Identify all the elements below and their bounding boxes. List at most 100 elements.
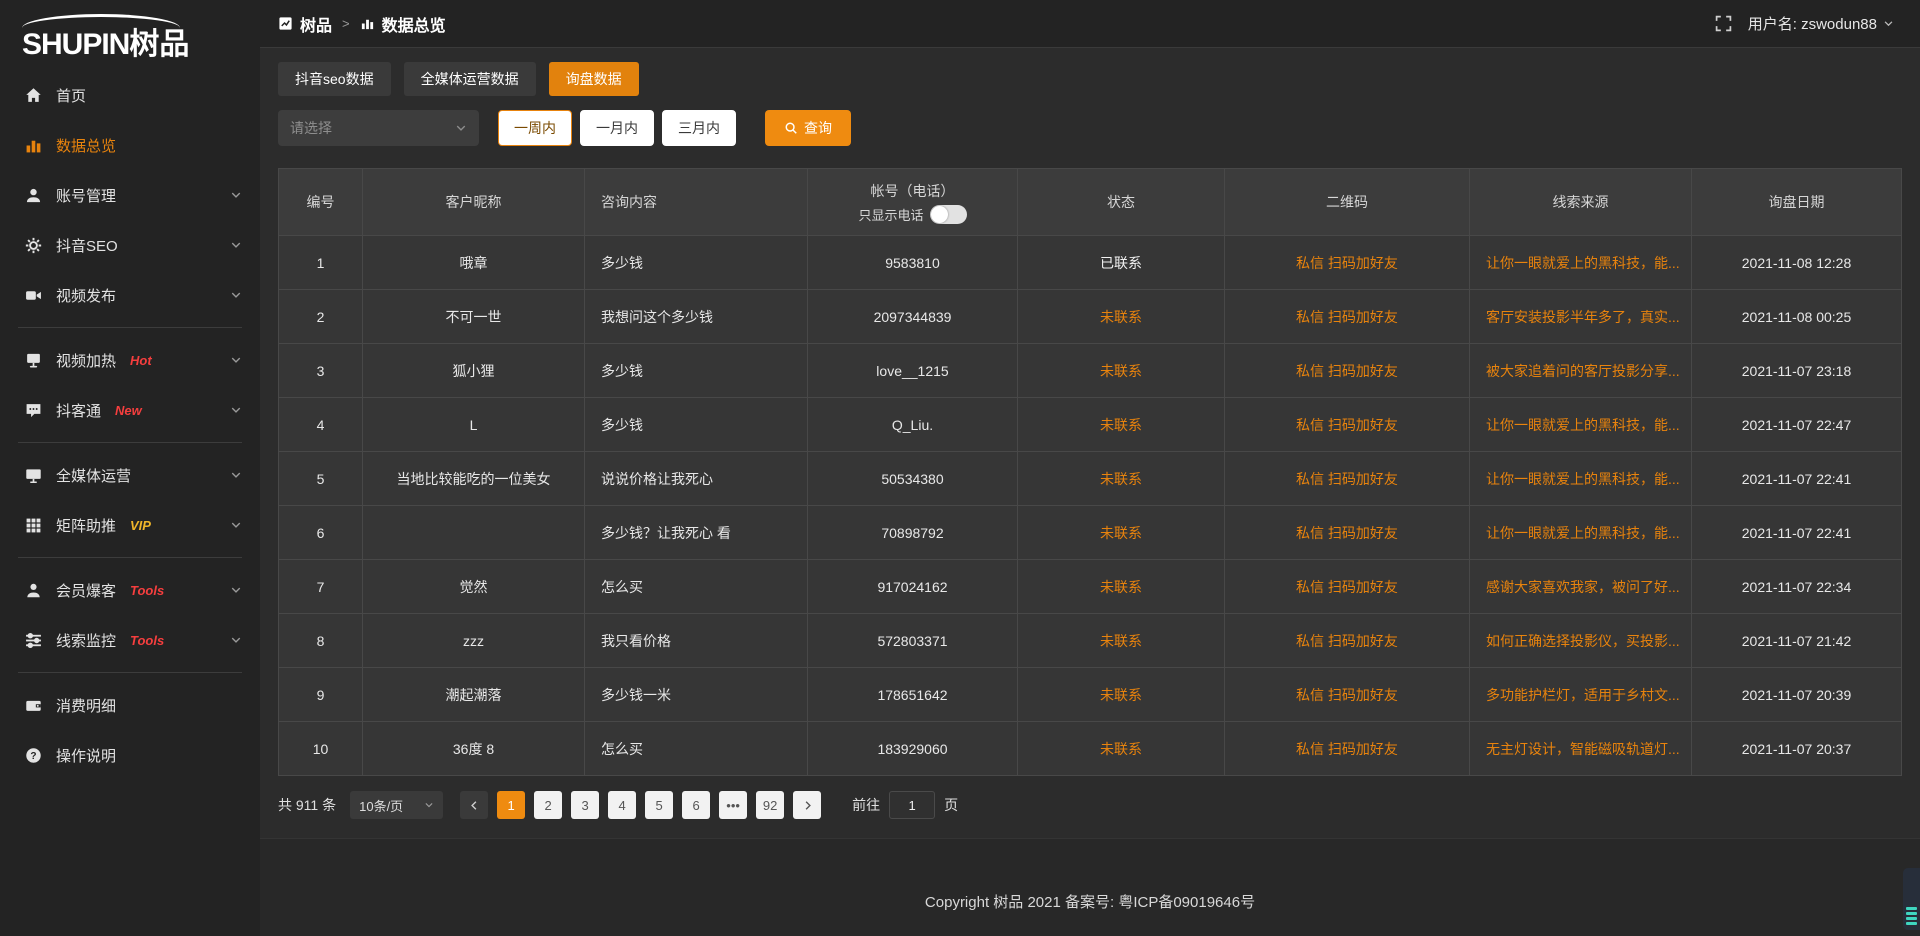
cell-nickname: 觉然 [363, 560, 585, 613]
cell-source-link[interactable]: 客厅安装投影半年多了，真实... [1486, 307, 1680, 327]
page-button-2[interactable]: 2 [534, 791, 562, 819]
qr-links[interactable]: 私信 扫码加好友 [1296, 523, 1398, 543]
grid-icon [24, 516, 42, 534]
page-size-select[interactable]: 10条/页 [350, 791, 443, 819]
qr-links[interactable]: 私信 扫码加好友 [1296, 307, 1398, 327]
tab-douyin-seo-data[interactable]: 抖音seo数据 [278, 62, 391, 96]
cell-content: 多少钱一米 [585, 668, 808, 721]
col-header-nickname: 客户昵称 [363, 169, 585, 235]
qr-links[interactable]: 私信 扫码加好友 [1296, 739, 1398, 759]
sidebar-item-douketong[interactable]: 抖客通 New [0, 385, 260, 435]
chevron-down-icon [230, 239, 242, 251]
cell-content: 我想问这个多少钱 [585, 290, 808, 343]
cell-no: 6 [279, 506, 363, 559]
sidebar-item-badge: Hot [130, 353, 152, 368]
page-button-3[interactable]: 3 [571, 791, 599, 819]
sidebar-item-douyin-seo[interactable]: 抖音SEO [0, 220, 260, 270]
fullscreen-icon[interactable] [1715, 15, 1732, 32]
cell-date: 2021-11-07 21:42 [1692, 614, 1901, 667]
person-icon [24, 581, 42, 599]
cell-account: 50534380 [808, 452, 1018, 505]
cell-source-link[interactable]: 让你一眼就爱上的黑科技，能... [1486, 415, 1680, 435]
next-page-button[interactable] [793, 791, 821, 819]
sidebar-item-member-burst[interactable]: 会员爆客Tools [0, 565, 260, 615]
wallet-icon [24, 696, 42, 714]
cell-date: 2021-11-07 20:39 [1692, 668, 1901, 721]
cell-source-link[interactable]: 让你一眼就爱上的黑科技，能... [1486, 253, 1680, 273]
cell-date: 2021-11-08 00:25 [1692, 290, 1901, 343]
cell-source-link[interactable]: 让你一眼就爱上的黑科技，能... [1486, 469, 1680, 489]
sidebar-item-consume-detail[interactable]: 消费明细 [0, 680, 260, 730]
page-button-4[interactable]: 4 [608, 791, 636, 819]
prev-page-button[interactable] [460, 791, 488, 819]
sidebar-item-video-heat[interactable]: 视频加热Hot [0, 335, 260, 385]
page-button-5[interactable]: 5 [645, 791, 673, 819]
sidebar-item-account-manage[interactable]: 账号管理 [0, 170, 260, 220]
qr-links[interactable]: 私信 扫码加好友 [1296, 415, 1398, 435]
sidebar-item-home[interactable]: 首页 [0, 70, 260, 120]
page-ellipsis-button[interactable]: ••• [719, 791, 747, 819]
tab-media-ops-data[interactable]: 全媒体运营数据 [404, 62, 536, 96]
qr-links[interactable]: 私信 扫码加好友 [1296, 361, 1398, 381]
sidebar-item-video-publish[interactable]: 视频发布 [0, 270, 260, 320]
search-button[interactable]: 查询 [765, 110, 851, 146]
page-button-6[interactable]: 6 [682, 791, 710, 819]
page-button-92[interactable]: 92 [756, 791, 784, 819]
qr-links[interactable]: 私信 扫码加好友 [1296, 685, 1398, 705]
cell-source-link[interactable]: 多功能护栏灯，适用于乡村文... [1486, 685, 1680, 705]
chevron-down-icon [455, 122, 467, 134]
cell-no: 5 [279, 452, 363, 505]
sidebar-item-label: 操作说明 [56, 745, 116, 766]
topbar: 树品 > 数据总览 用户名: zswodun88 [260, 0, 1920, 48]
range-button-month[interactable]: 一月内 [580, 110, 654, 146]
cell-status: 未联系 [1018, 722, 1225, 775]
sidebar-item-badge: Tools [130, 583, 164, 598]
sidebar-item-badge: New [115, 403, 142, 418]
inquiry-table: 编号 客户昵称 咨询内容 帐号（电话） 只显示电话 状态 二维码 线索来源 询盘… [278, 168, 1902, 776]
cell-no: 4 [279, 398, 363, 451]
tab-inquiry-data[interactable]: 询盘数据 [549, 62, 639, 96]
widget-stripe [1906, 917, 1917, 920]
breadcrumb-item-home[interactable]: 树品 [300, 12, 332, 36]
cell-date: 2021-11-07 20:37 [1692, 722, 1901, 775]
cell-source-link[interactable]: 被大家追着问的客厅投影分享... [1486, 361, 1680, 381]
cell-nickname: 潮起潮落 [363, 668, 585, 721]
qr-links[interactable]: 私信 扫码加好友 [1296, 469, 1398, 489]
sidebar-item-operation-guide[interactable]: ?操作说明 [0, 730, 260, 780]
widget-stripe [1906, 922, 1917, 925]
range-buttons: 一周内一月内三月内 [490, 110, 736, 146]
cell-source-link[interactable]: 让你一眼就爱上的黑科技，能... [1486, 523, 1680, 543]
cell-source-link[interactable]: 如何正确选择投影仪，买投影... [1486, 631, 1680, 651]
sidebar-item-label: 消费明细 [56, 695, 116, 716]
phone-only-toggle[interactable] [930, 205, 967, 224]
floating-widget[interactable] [1903, 868, 1920, 930]
cell-source-link[interactable]: 感谢大家喜欢我家，被问了好... [1486, 577, 1680, 597]
sidebar-item-label: 抖客通 [56, 400, 101, 421]
cell-nickname: L [363, 398, 585, 451]
app-logo[interactable]: SHUPIN树品 [0, 8, 260, 70]
sidebar-item-label: 抖音SEO [56, 235, 118, 256]
sidebar-item-label: 矩阵助推 [56, 515, 116, 536]
table-row: 1哦章多少钱9583810已联系私信 扫码加好友让你一眼就爱上的黑科技，能...… [279, 235, 1901, 289]
sidebar-item-media-operation[interactable]: 全媒体运营 [0, 450, 260, 500]
cell-source-link[interactable]: 无主灯设计，智能磁吸轨道灯... [1486, 739, 1680, 759]
cell-account: 2097344839 [808, 290, 1018, 343]
jump-page-input[interactable] [889, 791, 935, 819]
sidebar-item-label: 线索监控 [56, 630, 116, 651]
account-select[interactable]: 请选择 [278, 110, 479, 146]
cell-status: 未联系 [1018, 398, 1225, 451]
range-button-quarter[interactable]: 三月内 [662, 110, 736, 146]
page-button-1[interactable]: 1 [497, 791, 525, 819]
table-row: 3狐小狸多少钱love__1215未联系私信 扫码加好友被大家追着问的客厅投影分… [279, 343, 1901, 397]
main-content: 抖音seo数据全媒体运营数据询盘数据 请选择 一周内一月内三月内 查询 编号 客… [260, 48, 1920, 838]
sidebar-item-data-overview[interactable]: 数据总览 [0, 120, 260, 170]
cell-nickname: 狐小狸 [363, 344, 585, 397]
qr-links[interactable]: 私信 扫码加好友 [1296, 631, 1398, 651]
qr-links[interactable]: 私信 扫码加好友 [1296, 577, 1398, 597]
sidebar-item-clue-monitor[interactable]: 线索监控Tools [0, 615, 260, 665]
range-button-week[interactable]: 一周内 [498, 110, 572, 146]
user-menu[interactable]: 用户名: zswodun88 [1748, 13, 1894, 34]
sidebar-item-matrix-boost[interactable]: 矩阵助推VIP [0, 500, 260, 550]
cell-date: 2021-11-07 22:34 [1692, 560, 1901, 613]
qr-links[interactable]: 私信 扫码加好友 [1296, 253, 1398, 273]
